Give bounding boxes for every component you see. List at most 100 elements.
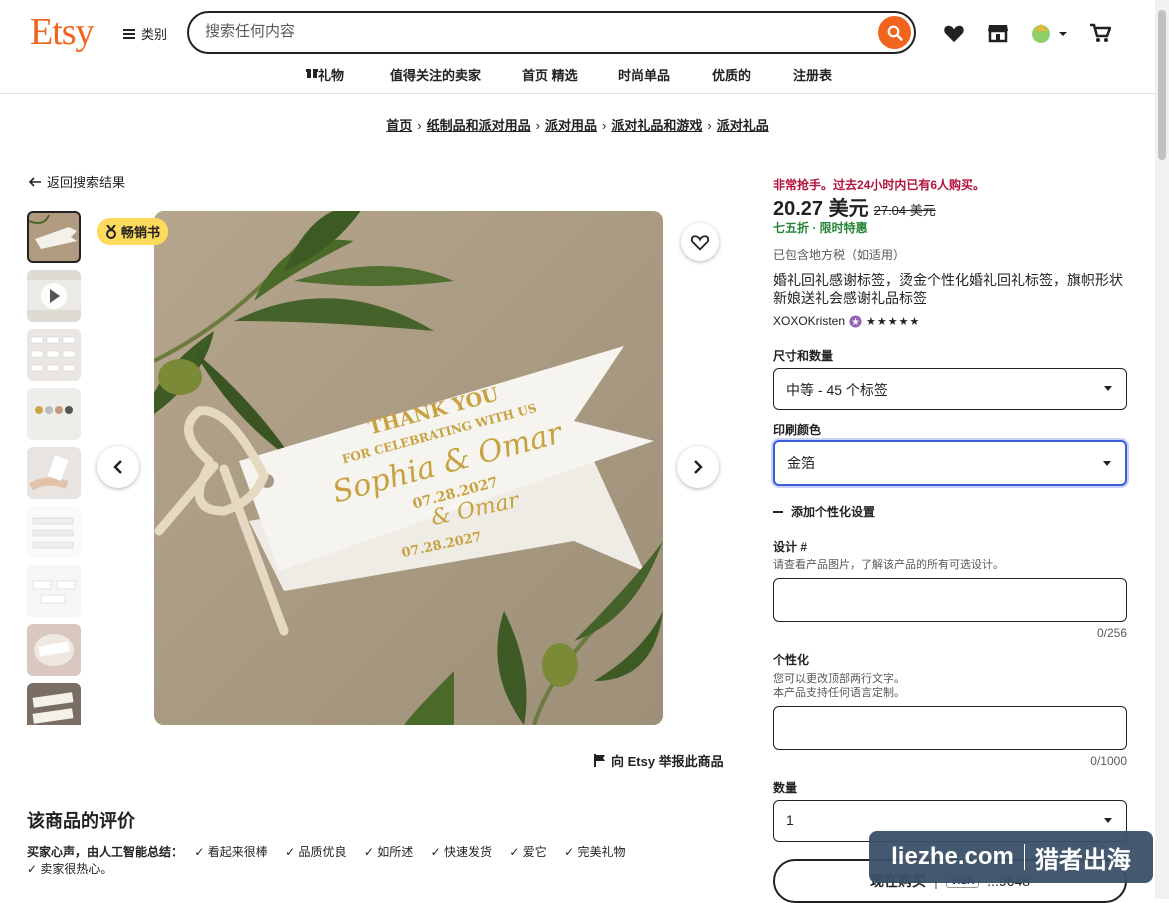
breadcrumb-link[interactable]: 派对用品 — [545, 118, 597, 133]
thumbnail-image[interactable] — [27, 565, 81, 617]
rating-stars-icon: ★★★★★ — [866, 315, 921, 328]
chevron-right-icon: › — [602, 118, 607, 133]
highlight-tag: ✓ 卖家很热心。 — [27, 862, 113, 876]
report-item-link[interactable]: 向 Etsy 举报此商品 — [594, 751, 724, 770]
personalization-label: 个性化 — [773, 653, 810, 667]
previous-image-button[interactable] — [97, 446, 139, 488]
categories-button[interactable]: 类别 — [123, 24, 167, 43]
chevron-right-icon — [694, 460, 703, 474]
search-input[interactable] — [205, 23, 845, 40]
thumbnail-image[interactable] — [27, 388, 81, 440]
design-textarea[interactable] — [773, 578, 1127, 622]
watermark-divider — [1023, 844, 1025, 870]
breadcrumb-link[interactable]: 派对礼品和游戏 — [611, 118, 702, 133]
check-icon: ✓ — [430, 845, 444, 859]
tax-note: 已包含地方税（如适用） — [773, 248, 906, 262]
design-char-count: 0/256 — [1096, 626, 1127, 640]
bestseller-badge: 畅销书 — [97, 218, 169, 245]
main-product-image[interactable]: THANK YOU FOR CELEBRATING WITH US Sophia… — [154, 211, 663, 725]
search-icon — [887, 25, 903, 41]
chevron-right-icon: › — [417, 118, 422, 133]
site-header: Etsy 类别 礼物 值得关注的卖家 首页 精选 时尚单品 优质的 注册表 — [0, 0, 1155, 94]
thumbnail-image[interactable] — [27, 506, 81, 558]
gift-icon — [306, 69, 318, 78]
size-select[interactable]: 中等 - 45 个标签 — [773, 368, 1127, 410]
breadcrumb: 首页 › 纸制品和派对用品 › 派对用品 › 派对礼品和游戏 › 派对礼品 — [0, 115, 1155, 134]
scrollbar-thumb[interactable] — [1158, 10, 1166, 160]
minus-icon — [773, 510, 783, 513]
breadcrumb-link[interactable]: 派对礼品 — [717, 118, 769, 133]
personalization-char-count: 0/1000 — [1090, 754, 1127, 768]
nav-item-registry[interactable]: 注册表 — [793, 65, 832, 84]
thumbnail-image[interactable] — [27, 329, 81, 381]
chevron-right-icon: › — [707, 118, 712, 133]
watermark-right: 猎者出海 — [1034, 846, 1131, 874]
personalization-help-1: 您可以更改顶部两行文字。 — [773, 673, 905, 685]
breadcrumb-link[interactable]: 首页 — [386, 118, 412, 133]
star-seller-icon — [849, 314, 862, 328]
design-help: 请查看产品图片，了解该产品的所有可选设计。 — [773, 559, 1004, 571]
arrow-left-icon — [29, 176, 41, 187]
flag-icon — [594, 754, 605, 767]
thumbnail-image[interactable] — [27, 624, 81, 676]
thumbnail-image[interactable] — [27, 683, 81, 725]
etsy-logo[interactable]: Etsy — [30, 10, 95, 54]
page-scrollbar[interactable] — [1155, 0, 1169, 899]
seller-name[interactable]: XOXOKristen — [773, 314, 845, 328]
search-bar — [187, 11, 916, 54]
breadcrumb-link[interactable]: 纸制品和派对用品 — [427, 118, 531, 133]
caret-down-icon — [1103, 461, 1111, 466]
check-icon: ✓ — [285, 845, 299, 859]
check-icon: ✓ — [27, 862, 41, 876]
sale-info: 七五折 · 限时特惠 — [773, 221, 868, 235]
chevron-right-icon: › — [535, 118, 540, 133]
favorites-heart-icon[interactable] — [941, 20, 967, 46]
buyer-highlights: 买家心声，由人工智能总结： ✓ 看起来很棒 ✓ 品质优良 ✓ 如所述 ✓ 快速发… — [27, 844, 727, 878]
caret-down-icon — [1104, 386, 1112, 391]
seller-info: XOXOKristen ★★★★★ — [773, 314, 920, 328]
thumbnail-strip — [27, 211, 82, 725]
next-image-button[interactable] — [677, 446, 719, 488]
quantity-label: 数量 — [773, 781, 798, 795]
account-avatar-icon[interactable] — [1029, 20, 1069, 46]
thumbnail-image[interactable] — [27, 211, 81, 263]
original-price: 27.04 美元 — [873, 203, 936, 218]
chevron-left-icon — [113, 460, 122, 474]
thumbnail-image[interactable] — [27, 447, 81, 499]
back-to-search-link[interactable]: 返回搜索结果 — [29, 172, 125, 191]
size-label: 尺寸和数量 — [773, 349, 834, 363]
medal-icon — [106, 224, 116, 239]
color-select[interactable]: 金箔 — [773, 440, 1127, 486]
reviews-heading: 该商品的评价 — [27, 811, 135, 831]
design-label: 设计 # — [773, 540, 808, 554]
cart-icon[interactable] — [1087, 20, 1113, 46]
highlight-tag: ✓ 品质优良 — [285, 845, 347, 859]
search-button[interactable] — [878, 16, 911, 49]
highlight-tag: ✓ 看起来很棒 — [194, 845, 268, 859]
check-icon: ✓ — [194, 845, 208, 859]
personalization-help-2: 本产品支持任何语言定制。 — [773, 687, 905, 699]
shop-manager-icon[interactable] — [985, 20, 1011, 46]
nav-item-home[interactable]: 首页 精选 — [522, 65, 578, 84]
heart-outline-icon — [690, 235, 710, 251]
check-icon: ✓ — [564, 845, 578, 859]
highlight-tag: ✓ 如所述 — [363, 845, 414, 859]
nav-item-fashion[interactable]: 时尚单品 — [618, 65, 670, 84]
urgency-message: 非常抢手。过去24小时内已有6人购买。 — [773, 178, 986, 192]
add-personalization-toggle[interactable]: 添加个性化设置 — [773, 503, 875, 520]
highlight-tag: ✓ 爱它 — [509, 845, 547, 859]
nav-item-sellers[interactable]: 值得关注的卖家 — [390, 65, 481, 84]
check-icon: ✓ — [363, 845, 378, 859]
thumbnail-video[interactable] — [27, 270, 81, 322]
categories-label: 类别 — [141, 27, 168, 42]
watermark-banner: liezhe.com 猎者出海 — [869, 831, 1153, 883]
personalization-textarea[interactable] — [773, 706, 1127, 750]
favorite-button[interactable] — [681, 223, 719, 261]
product-title: 婚礼回礼感谢标签，烫金个性化婚礼回礼标签，旗帜形状新娘送礼会感谢礼品标签 — [773, 272, 1123, 306]
menu-icon — [123, 28, 135, 39]
nav-item-gifts[interactable]: 礼物 — [306, 65, 344, 83]
highlight-tag: ✓ 快速发货 — [430, 845, 493, 859]
nav-item-quality[interactable]: 优质的 — [712, 65, 751, 84]
highlight-tag: ✓ 完美礼物 — [564, 845, 626, 859]
color-label: 印刷颜色 — [773, 423, 822, 437]
